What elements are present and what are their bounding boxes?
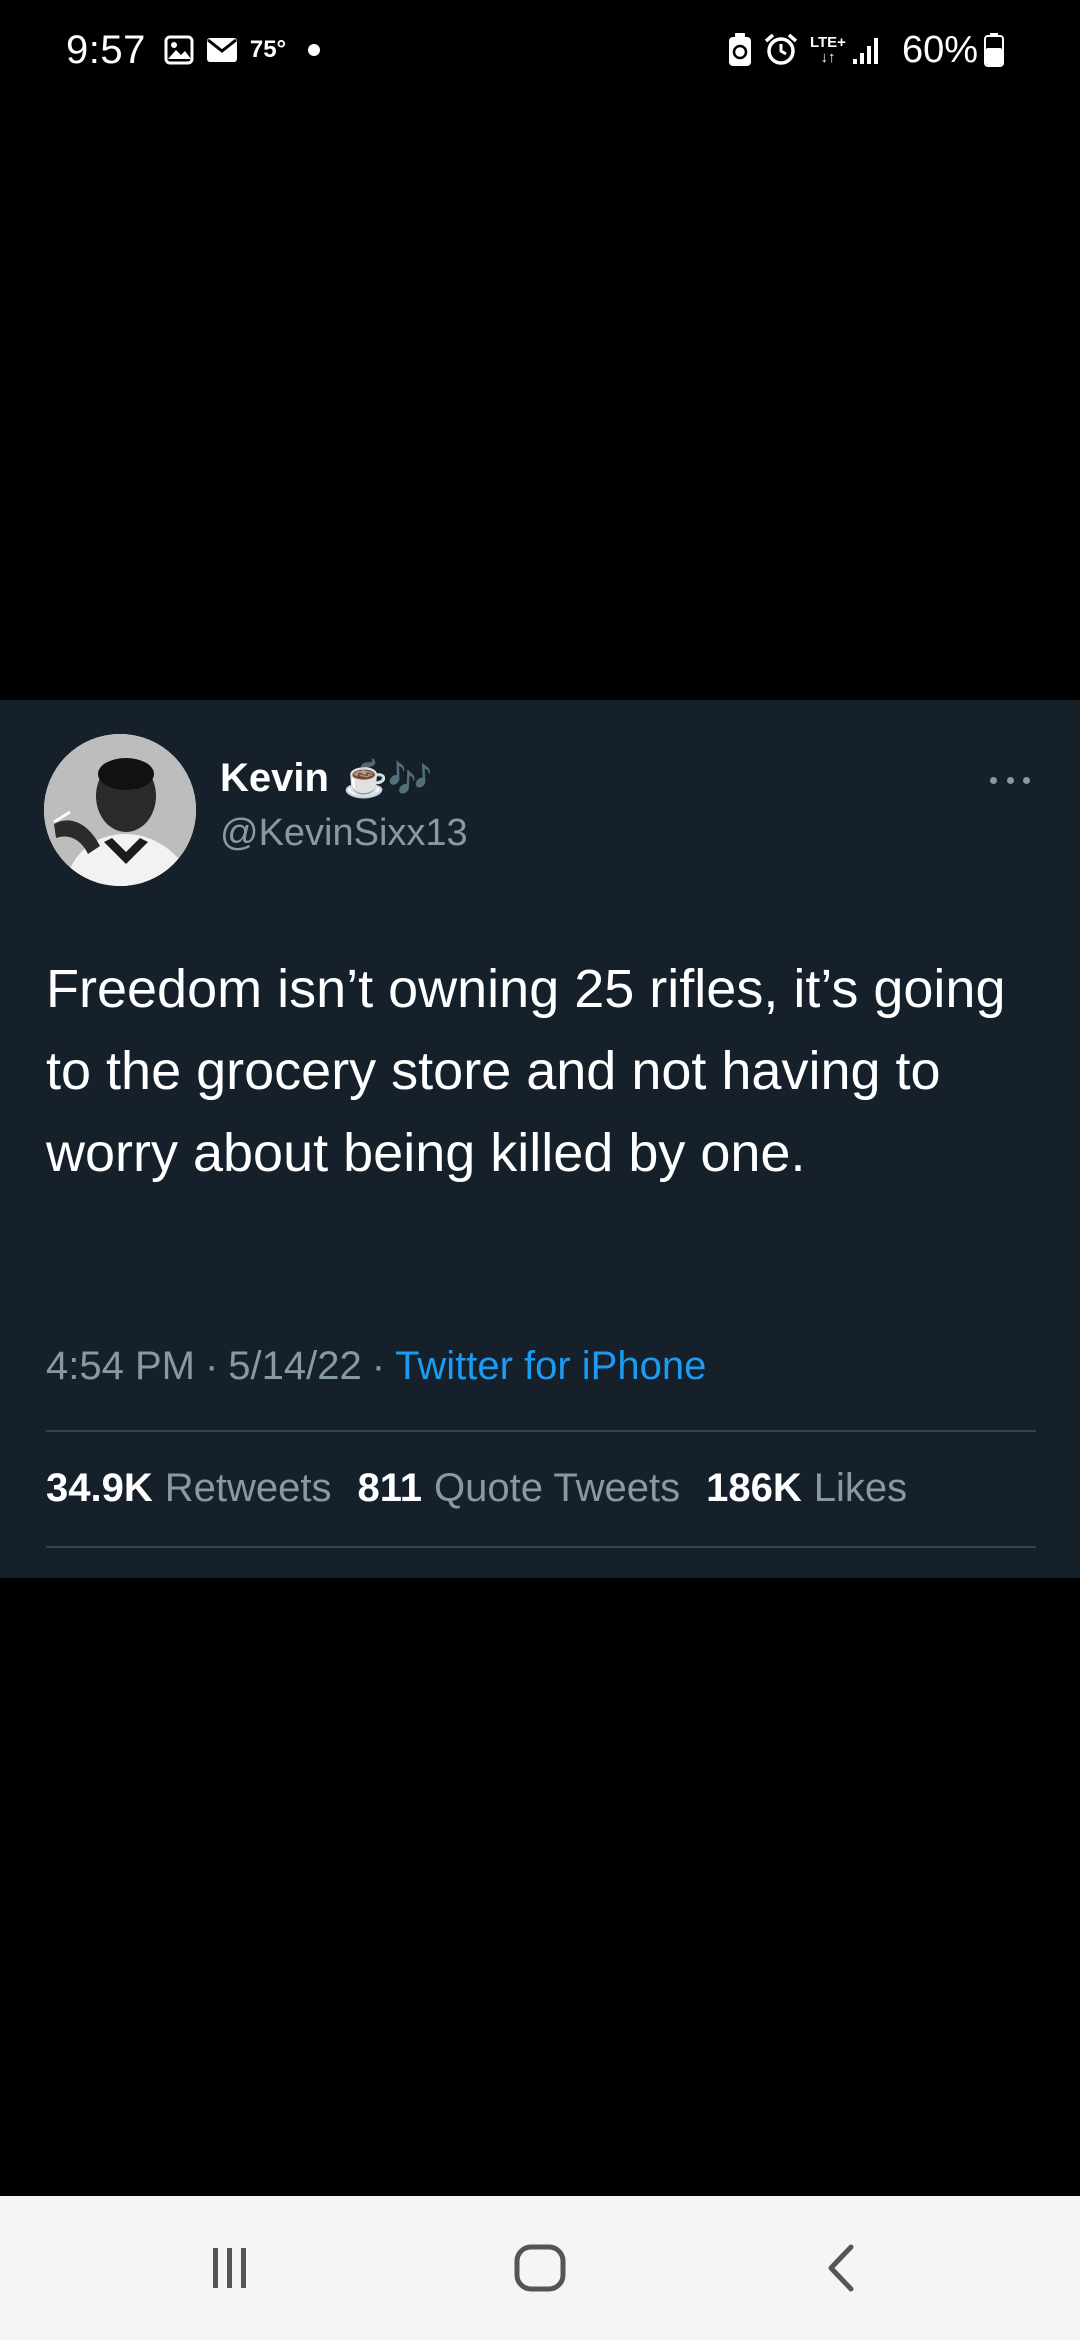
author-emoji: ☕🎶 bbox=[342, 757, 433, 799]
quote-tweets-stat[interactable]: 811 Quote Tweets bbox=[358, 1466, 681, 1511]
divider bbox=[46, 1430, 1036, 1432]
retweets-label: Retweets bbox=[164, 1466, 332, 1510]
status-right: LTE+ ↓↑ 60% bbox=[728, 29, 1016, 72]
status-temperature: 75° bbox=[249, 36, 287, 63]
meta-separator: · bbox=[204, 1344, 219, 1388]
data-arrows-icon: ↓↑ bbox=[820, 49, 836, 66]
more-dot bbox=[990, 776, 997, 784]
back-icon[interactable] bbox=[790, 2196, 890, 2340]
signal-icon bbox=[852, 35, 882, 65]
battery-percent: 60% bbox=[901, 28, 978, 71]
notification-dot-icon bbox=[308, 44, 321, 56]
divider bbox=[46, 1546, 1036, 1548]
mail-icon bbox=[206, 37, 238, 63]
status-time: 9:57 bbox=[66, 27, 146, 72]
author-name[interactable]: Kevin ☕🎶 bbox=[220, 756, 433, 801]
battery-saver-icon bbox=[728, 33, 752, 67]
tweet-stats: 34.9K Retweets 811 Quote Tweets 186K Lik… bbox=[46, 1466, 933, 1511]
retweets-count: 34.9K bbox=[46, 1466, 153, 1510]
likes-label: Likes bbox=[813, 1466, 908, 1510]
alarm-icon bbox=[764, 33, 798, 67]
recent-apps-icon[interactable] bbox=[180, 2196, 280, 2340]
quote-tweets-label: Quote Tweets bbox=[434, 1466, 681, 1510]
tweet-date[interactable]: 5/14/22 bbox=[228, 1344, 361, 1389]
navigation-bar bbox=[0, 2196, 1080, 2340]
status-left: 9:57 75° bbox=[66, 27, 321, 73]
network-type: LTE+ ↓↑ bbox=[810, 35, 846, 65]
author-name-text: Kevin bbox=[220, 756, 329, 800]
retweets-stat[interactable]: 34.9K Retweets bbox=[46, 1466, 332, 1511]
tweet-meta: 4:54 PM · 5/14/22 · Twitter for iPhone bbox=[46, 1344, 706, 1389]
author-handle[interactable]: @KevinSixx13 bbox=[220, 812, 468, 855]
more-icon[interactable] bbox=[990, 770, 1030, 790]
quote-tweets-count: 811 bbox=[357, 1466, 423, 1510]
gallery-icon bbox=[164, 35, 194, 65]
screen: 9:57 75° LTE+ ↓↑ 60% Kevin ☕🎶 @KevinSixx… bbox=[0, 0, 1080, 2340]
status-bar: 9:57 75° LTE+ ↓↑ 60% bbox=[0, 0, 1080, 100]
meta-separator: · bbox=[371, 1344, 386, 1388]
more-dot bbox=[1006, 776, 1014, 784]
battery-icon bbox=[984, 33, 1004, 67]
tweet-text: Freedom isn’t owning 25 rifles, it’s goi… bbox=[46, 959, 1006, 1183]
home-icon[interactable] bbox=[490, 2196, 590, 2340]
more-dot bbox=[1023, 776, 1030, 784]
tweet-source-link[interactable]: Twitter for iPhone bbox=[395, 1344, 706, 1389]
tweet-time[interactable]: 4:54 PM bbox=[46, 1344, 195, 1389]
avatar[interactable] bbox=[44, 734, 196, 886]
likes-stat[interactable]: 186K Likes bbox=[706, 1466, 907, 1511]
likes-count: 186K bbox=[706, 1466, 802, 1510]
